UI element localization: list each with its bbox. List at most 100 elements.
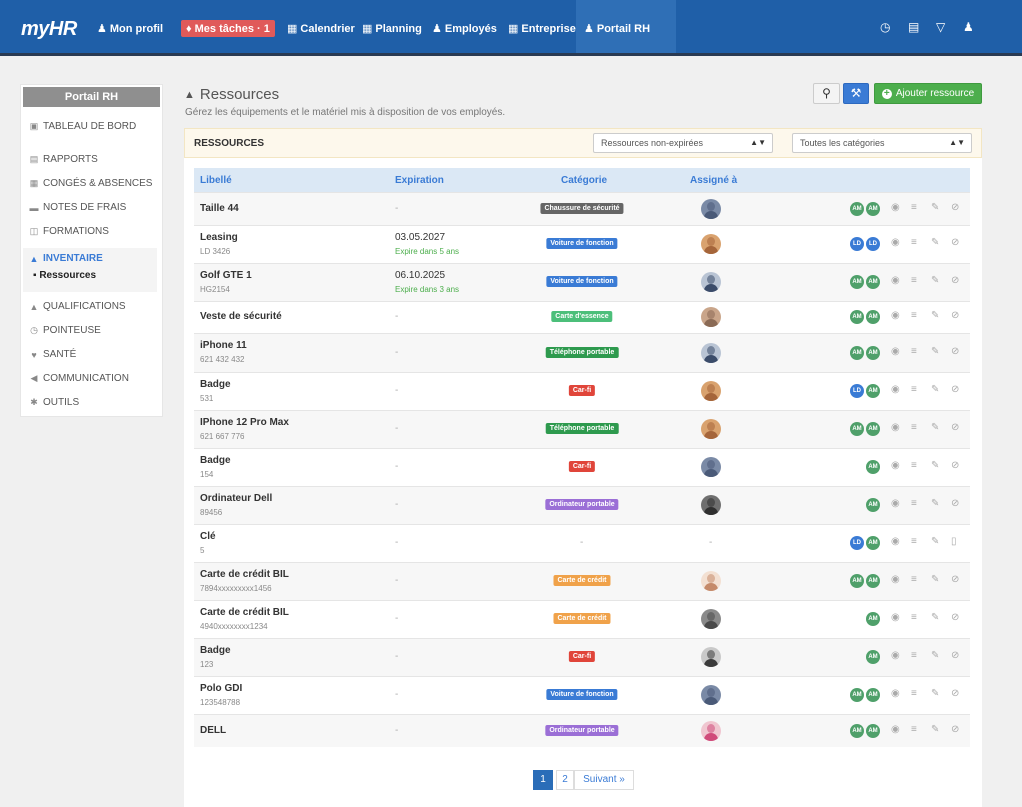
search-button[interactable]: ⚲ (813, 83, 840, 104)
page-2-button[interactable]: 2 (556, 770, 574, 790)
list-icon[interactable]: ≡ (911, 688, 917, 699)
user-chip[interactable]: AM (866, 422, 880, 436)
assignee-avatar[interactable] (701, 457, 721, 477)
assignee-avatar[interactable] (701, 647, 721, 667)
list-icon[interactable]: ≡ (911, 498, 917, 509)
sidebar-item-communication[interactable]: ◀ COMMUNICATION (29, 373, 129, 384)
user-chip[interactable]: AM (866, 384, 880, 398)
resource-name[interactable]: Carte de crédit BIL (200, 607, 289, 618)
nav-employes[interactable]: ♟ Employés (432, 20, 497, 37)
eye-icon[interactable]: ◉ (891, 346, 900, 357)
sidebar-item-sante[interactable]: ♥ SANTÉ (29, 349, 76, 360)
user-chip[interactable]: LD (850, 536, 864, 550)
resource-name[interactable]: IPhone 12 Pro Max (200, 417, 289, 428)
ban-icon[interactable]: ⊘ (951, 724, 959, 735)
user-chip[interactable]: AM (866, 650, 880, 664)
ban-icon[interactable]: ⊘ (951, 346, 959, 357)
sidebar-item-tableau-de-bord[interactable]: ▣ TABLEAU DE BORD (29, 121, 136, 132)
nav-entreprise[interactable]: ▦ Entreprise (508, 20, 576, 37)
clipboard-icon[interactable]: ▤ (908, 20, 919, 34)
resource-name[interactable]: Badge (200, 379, 231, 390)
eye-icon[interactable]: ◉ (891, 650, 900, 661)
eye-icon[interactable]: ◉ (891, 384, 900, 395)
eye-icon[interactable]: ◉ (891, 310, 900, 321)
user-chip[interactable]: AM (866, 275, 880, 289)
page-1-button[interactable]: 1 (533, 770, 553, 790)
sidebar-item-conges[interactable]: ▦ CONGÉS & ABSENCES (29, 178, 153, 189)
filter-icon[interactable]: ▽ (936, 20, 945, 34)
user-chip[interactable]: AM (866, 460, 880, 474)
sidebar-item-qualifications[interactable]: ▲ QUALIFICATIONS (29, 301, 126, 312)
list-icon[interactable]: ≡ (911, 536, 917, 547)
user-chip[interactable]: AM (850, 202, 864, 216)
nav-mon-profil[interactable]: ♟ Mon profil (97, 20, 163, 37)
assignee-avatar[interactable] (701, 272, 721, 292)
resource-name[interactable]: DELL (200, 725, 226, 736)
edit-icon[interactable]: ✎ (931, 202, 939, 213)
user-chip[interactable]: AM (850, 346, 864, 360)
list-icon[interactable]: ≡ (911, 650, 917, 661)
edit-icon[interactable]: ✎ (931, 574, 939, 585)
edit-icon[interactable]: ✎ (931, 650, 939, 661)
sidebar-item-pointeuse[interactable]: ◷ POINTEUSE (29, 325, 101, 336)
alarm-icon[interactable]: ◷ (880, 20, 890, 34)
list-icon[interactable]: ≡ (911, 237, 917, 248)
assignee-avatar[interactable] (701, 199, 721, 219)
user-chip[interactable]: AM (866, 498, 880, 512)
assignee-avatar[interactable] (701, 307, 721, 327)
list-icon[interactable]: ≡ (911, 574, 917, 585)
sidebar-item-inventaire[interactable]: ▲ INVENTAIRE (29, 253, 103, 264)
user-chip[interactable]: AM (866, 574, 880, 588)
eye-icon[interactable]: ◉ (891, 237, 900, 248)
settings-button[interactable]: ⚒ (843, 83, 869, 104)
resource-name[interactable]: Leasing (200, 232, 238, 243)
assignee-avatar[interactable] (701, 343, 721, 363)
list-icon[interactable]: ≡ (911, 202, 917, 213)
eye-icon[interactable]: ◉ (891, 612, 900, 623)
list-icon[interactable]: ≡ (911, 310, 917, 321)
user-chip[interactable]: AM (850, 422, 864, 436)
edit-icon[interactable]: ✎ (931, 422, 939, 433)
list-icon[interactable]: ≡ (911, 724, 917, 735)
user-chip[interactable]: AM (866, 688, 880, 702)
assignee-avatar[interactable] (701, 419, 721, 439)
edit-icon[interactable]: ✎ (931, 275, 939, 286)
user-chip[interactable]: AM (866, 346, 880, 360)
user-chip[interactable]: AM (850, 310, 864, 324)
list-icon[interactable]: ≡ (911, 346, 917, 357)
ban-icon[interactable]: ⊘ (951, 237, 959, 248)
edit-icon[interactable]: ✎ (931, 536, 939, 547)
ban-icon[interactable]: ⊘ (951, 310, 959, 321)
user-chip[interactable]: LD (850, 237, 864, 251)
user-chip[interactable]: AM (866, 612, 880, 626)
sidebar-item-outils[interactable]: ✱ OUTILS (29, 397, 79, 408)
resource-name[interactable]: Carte de crédit BIL (200, 569, 289, 580)
column-header-expiration[interactable]: Expiration (395, 175, 444, 186)
category-filter-select[interactable]: Toutes les catégories ▲▼ (792, 133, 972, 153)
ban-icon[interactable]: ⊘ (951, 384, 959, 395)
assignee-avatar[interactable] (701, 381, 721, 401)
ban-icon[interactable]: ⊘ (951, 460, 959, 471)
edit-icon[interactable]: ✎ (931, 384, 939, 395)
edit-icon[interactable]: ✎ (931, 612, 939, 623)
sidebar-subitem-ressources[interactable]: ▪ Ressources (33, 270, 96, 281)
eye-icon[interactable]: ◉ (891, 498, 900, 509)
nav-calendrier[interactable]: ▦ Calendrier (287, 20, 355, 37)
user-chip[interactable]: LD (866, 237, 880, 251)
next-page-button[interactable]: Suivant » (574, 770, 634, 790)
eye-icon[interactable]: ◉ (891, 536, 900, 547)
list-icon[interactable]: ≡ (911, 275, 917, 286)
trash-icon[interactable]: ▯ (951, 536, 957, 547)
user-chip[interactable]: AM (866, 724, 880, 738)
edit-icon[interactable]: ✎ (931, 724, 939, 735)
resource-name[interactable]: Polo GDI (200, 683, 242, 694)
assignee-avatar[interactable] (701, 721, 721, 741)
ban-icon[interactable]: ⊘ (951, 650, 959, 661)
eye-icon[interactable]: ◉ (891, 688, 900, 699)
nav-planning[interactable]: ▦ Planning (362, 20, 422, 37)
eye-icon[interactable]: ◉ (891, 422, 900, 433)
eye-icon[interactable]: ◉ (891, 574, 900, 585)
eye-icon[interactable]: ◉ (891, 724, 900, 735)
ban-icon[interactable]: ⊘ (951, 202, 959, 213)
eye-icon[interactable]: ◉ (891, 275, 900, 286)
